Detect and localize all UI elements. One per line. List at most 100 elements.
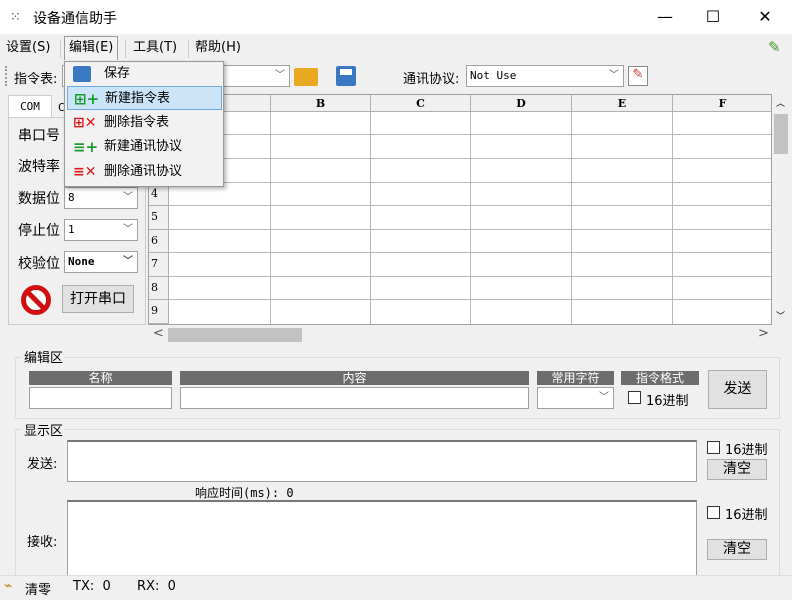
scroll-left-icon[interactable]: < [153,326,164,341]
chevron-down-icon: ﹀ [599,392,609,403]
tab-com[interactable]: COM [8,95,52,117]
display-area-title: 显示区 [22,420,66,439]
format-header: 指令格式 [621,371,699,385]
pin-icon[interactable]: ✎ [768,38,781,56]
column-header[interactable]: D [471,95,572,112]
databits-label: 数据位 [18,191,60,207]
name-input[interactable] [29,387,172,409]
vertical-scrollbar[interactable]: ︿ ﹀ [772,94,790,325]
receive-hex-checkbox[interactable] [707,506,720,519]
stopbits-select[interactable]: 1 ﹀ [64,219,138,241]
menu-item-delete-table[interactable]: ⊞✕ 删除指令表 [67,111,222,135]
receive-hex-label: 16进制 [725,508,768,523]
grid-line [169,205,771,206]
new-protocol-icon: ≡+ [73,138,99,156]
common-chars-select[interactable]: ﹀ [537,387,614,409]
row-header[interactable]: 5 [149,206,169,230]
maximize-button[interactable]: ☐ [690,0,736,34]
receive-label: 接收: [27,535,58,550]
title-bar: ⁙ 设备通信助手 — ☐ ✕ [0,0,792,34]
send-hex-checkbox[interactable] [707,441,720,454]
receive-clear-button[interactable]: 清空 [707,539,767,560]
grid-line [470,112,471,324]
new-table-icon: ⊞+ [74,90,100,108]
grid-line [169,299,771,300]
menu-item-save[interactable]: 保存 [67,62,222,86]
edit-protocol-icon[interactable]: ✎ [628,66,648,86]
rx-counter: RX: 0 [137,579,176,594]
chevron-down-icon: ﹀ [123,256,133,267]
chevron-down-icon: ﹀ [275,70,285,81]
row-header[interactable]: 6 [149,230,169,253]
status-bar [0,575,792,600]
grid-line [571,112,572,324]
grid-line [169,134,771,135]
grid-line [169,252,771,253]
app-icon: ⁙ [10,10,21,25]
grid-line [169,229,771,230]
broom-icon[interactable]: ⌁ [4,578,12,594]
menu-tools[interactable]: 工具(T) [129,38,181,58]
send-hex-label: 16进制 [725,443,768,458]
column-header[interactable]: E [572,95,673,112]
menu-item-new-protocol[interactable]: ≡+ 新建通讯协议 [67,135,222,159]
menu-help[interactable]: 帮助(H) [191,38,245,58]
send-clear-button[interactable]: 清空 [707,459,767,480]
format-hex-checkbox[interactable] [628,391,641,404]
protocol-select[interactable]: Not Use ﹀ [466,65,624,87]
chevron-down-icon: ﹀ [123,224,133,235]
menu-separator [188,40,189,58]
close-button[interactable]: ✕ [742,0,788,34]
delete-table-icon: ⊞✕ [73,115,97,131]
scroll-right-icon[interactable]: > [758,326,769,341]
protocol-label: 通讯协议: [403,72,460,87]
column-header[interactable]: F [673,95,771,112]
delete-protocol-icon: ≡✕ [73,164,97,180]
scroll-thumb[interactable] [774,114,788,154]
chevron-down-icon: ﹀ [123,192,133,203]
scroll-thumb[interactable] [168,328,302,342]
send-button[interactable]: 发送 [708,370,767,409]
scroll-down-icon[interactable]: ﹀ [776,309,785,322]
send-textbox[interactable] [67,440,697,482]
menu-edit[interactable]: 编辑(E) [64,36,119,60]
receive-textbox[interactable] [67,500,697,576]
port-label: 串口号 [18,128,60,144]
toolbar-grip[interactable] [5,66,7,86]
minimize-button[interactable]: — [642,0,688,34]
save-icon[interactable] [336,66,356,86]
content-input[interactable] [180,387,529,409]
menu-separator [125,40,126,58]
grid-line [270,112,271,324]
grid-line [169,276,771,277]
databits-select[interactable]: 8 ﹀ [64,187,138,209]
menu-item-delete-protocol[interactable]: ≡✕ 删除通讯协议 [67,160,222,184]
open-port-button[interactable]: 打开串口 [62,285,134,313]
tx-counter: TX: 0 [73,579,111,594]
horizontal-scrollbar[interactable]: < > [148,325,772,345]
save-icon [73,66,91,82]
scroll-up-icon[interactable]: ︿ [776,96,785,109]
grid-line [169,158,771,159]
row-header[interactable]: 8 [149,277,169,300]
row-header[interactable]: 7 [149,253,169,277]
window-title: 设备通信助手 [33,11,117,27]
edit-menu-dropdown: 保存 ⊞+ 新建指令表 ⊞✕ 删除指令表 ≡+ 新建通讯协议 ≡✕ 删除通讯协议 [64,61,224,187]
column-header[interactable]: C [371,95,471,112]
edit-area-title: 编辑区 [22,347,66,366]
open-folder-icon[interactable] [294,68,318,86]
menu-separator [60,40,61,58]
command-table-label: 指令表: [14,72,58,87]
row-header[interactable]: 9 [149,300,169,324]
menu-settings[interactable]: 设置(S) [2,38,54,58]
format-hex-label: 16进制 [646,394,689,409]
command-grid[interactable]: B C D E F 4 5 6 7 8 9 [148,94,772,325]
baud-label: 波特率 [18,159,60,175]
clear-counter-button[interactable]: 清零 [25,579,51,598]
common-chars-header: 常用字符 [537,371,614,385]
menu-item-new-table[interactable]: ⊞+ 新建指令表 [67,86,222,110]
column-header[interactable]: B [271,95,371,112]
parity-select[interactable]: None ﹀ [64,251,138,273]
content-header: 内容 [180,371,529,385]
grid-line [169,182,771,183]
